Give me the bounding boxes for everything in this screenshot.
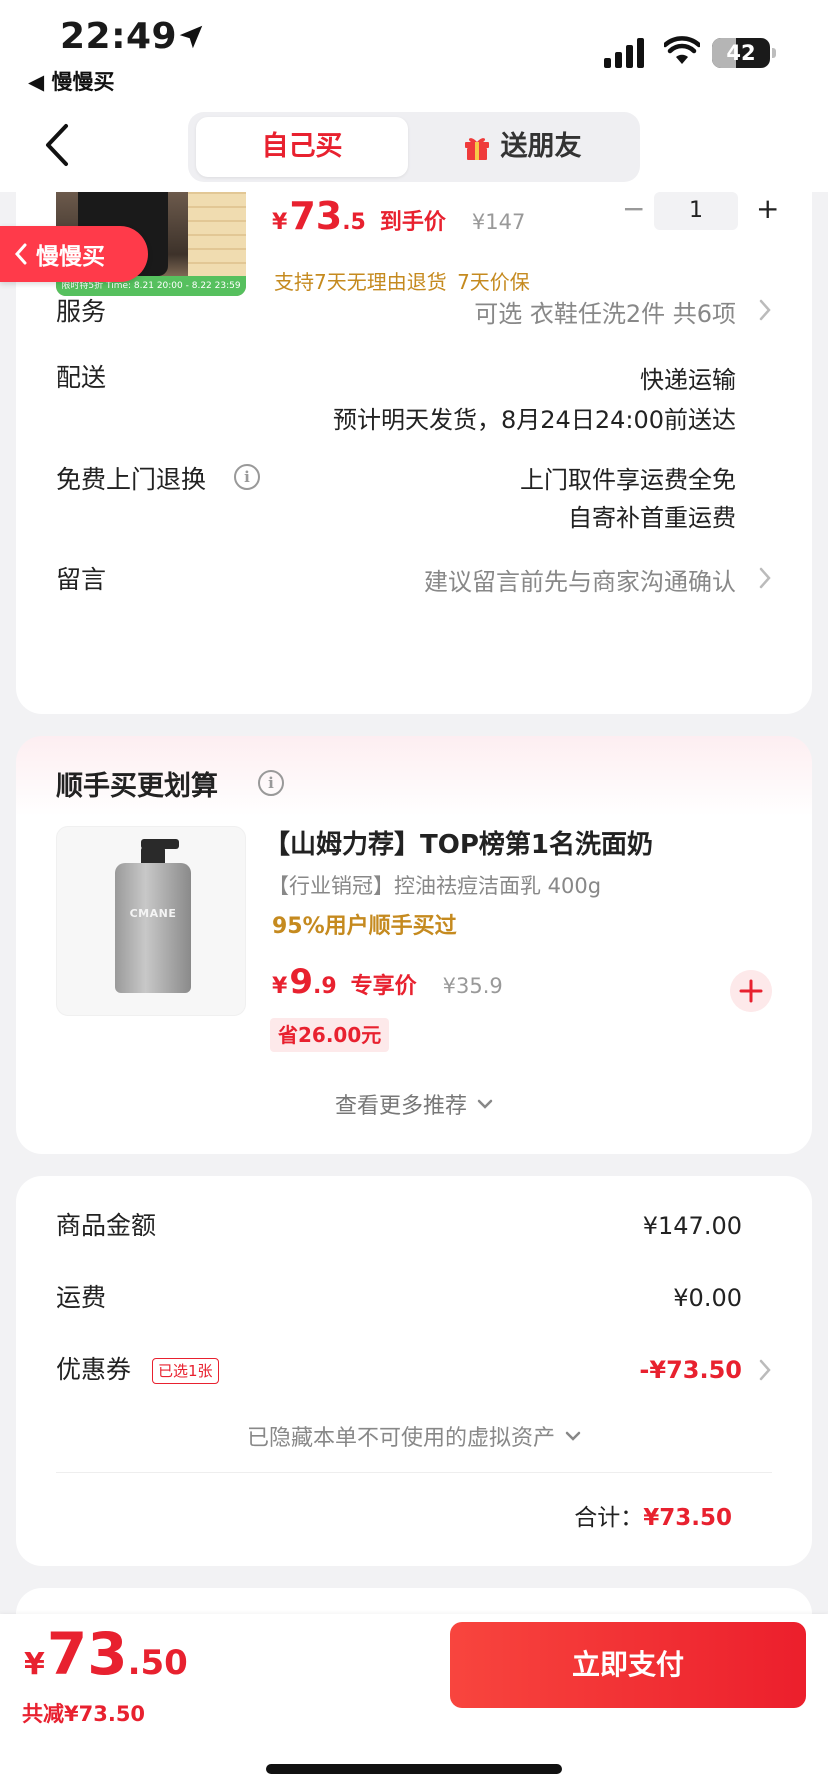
bottle-body xyxy=(115,863,191,993)
goods-amount-label: 商品金额 xyxy=(56,1211,157,1240)
hidden-assets-label: 已隐藏本单不可使用的虚拟资产 xyxy=(246,1426,555,1451)
price-decimal: .9 xyxy=(312,974,337,999)
cellular-signal-icon xyxy=(604,38,644,68)
original-price: ¥35.9 xyxy=(442,974,503,998)
footer-price-currency: ¥ xyxy=(24,1647,45,1682)
wifi-icon xyxy=(664,36,700,64)
price-summary-card: 商品金额 ¥147.00 运费 ¥0.00 优惠券 已选1张 -¥73.50 已… xyxy=(16,1176,812,1566)
chevron-right-icon[interactable] xyxy=(758,566,772,590)
battery-tip xyxy=(772,48,776,58)
original-price: ¥147 xyxy=(471,210,526,234)
plus-circle-icon[interactable] xyxy=(730,970,772,1012)
free-return-value-2: 自寄补首重运费 xyxy=(568,504,736,532)
free-return-value-1: 上门取件享运费全免 xyxy=(520,466,736,494)
order-total: 合计：¥73.50 xyxy=(574,1498,732,1532)
addon-savings-badge: 省26.00元 xyxy=(270,1018,390,1052)
info-icon[interactable]: i xyxy=(234,464,260,490)
price-currency: ¥ xyxy=(272,974,288,999)
footer-price-decimal: .50 xyxy=(127,1643,188,1683)
price-integer: 9 xyxy=(289,962,313,1002)
addon-popularity: 95%用户顺手买过 xyxy=(272,914,457,939)
goods-amount-row: 商品金额 ¥147.00 xyxy=(56,1206,772,1246)
tab-buy-for-self[interactable]: 自己买 xyxy=(196,117,408,177)
product-guarantees: 支持7天无理由退货 7天价保 xyxy=(274,270,530,294)
chevron-left-icon xyxy=(14,243,27,265)
chevron-right-icon[interactable] xyxy=(758,1358,772,1382)
back-to-app-link[interactable]: ◀ 慢慢买 xyxy=(28,66,114,96)
free-return-label: 免费上门退换 xyxy=(56,465,207,494)
quantity-value[interactable]: 1 xyxy=(654,192,738,230)
shipping-row: 运费 ¥0.00 xyxy=(56,1278,772,1318)
view-more-recommendations[interactable]: 查看更多推荐 xyxy=(16,1088,812,1120)
shipping-value: ¥0.00 xyxy=(673,1284,742,1312)
back-chevron-icon[interactable] xyxy=(42,122,72,168)
coupon-label: 优惠券 xyxy=(56,1355,132,1384)
coupon-value: -¥73.50 xyxy=(639,1356,742,1384)
quantity-stepper: − 1 + xyxy=(608,192,779,230)
footer-price-integer: 73 xyxy=(46,1620,128,1688)
gift-icon xyxy=(464,138,489,160)
addon-product-title[interactable]: 【山姆力荐】TOP榜第1名洗面奶 xyxy=(264,824,653,861)
shipping-label: 运费 xyxy=(56,1283,107,1312)
tab-send-to-friend[interactable]: 送朋友 xyxy=(410,117,634,177)
message-input[interactable]: 建议留言前先与商家沟通确认 xyxy=(424,562,736,597)
price-decimal: .5 xyxy=(342,210,366,235)
coupon-row[interactable]: 优惠券 已选1张 -¥73.50 xyxy=(56,1350,772,1390)
addon-product-image[interactable]: CMANE xyxy=(56,826,246,1016)
tab-send-to-friend-label: 送朋友 xyxy=(500,131,582,162)
slow-buy-tag-label: 慢慢买 xyxy=(36,244,105,270)
view-more-label: 查看更多推荐 xyxy=(334,1094,467,1119)
delivery-eta: 预计明天发货，8月24日24:00前送达 xyxy=(333,406,736,434)
service-label: 服务 xyxy=(56,297,107,326)
pay-now-button[interactable]: 立即支付 xyxy=(450,1622,806,1708)
battery-percent: 42 xyxy=(726,41,756,65)
quantity-decrease-button[interactable]: − xyxy=(622,192,645,226)
total-value: ¥73.50 xyxy=(643,1505,732,1531)
chevron-down-icon xyxy=(565,1431,581,1441)
price-integer: 73 xyxy=(289,194,343,238)
nav-bar: 自己买 送朋友 xyxy=(0,104,828,192)
chevron-right-icon[interactable] xyxy=(758,298,772,322)
addon-product-subtitle: 【行业销冠】控油祛痘洁面乳 400g xyxy=(268,874,602,898)
addon-title: 顺手买更划算 xyxy=(56,771,218,802)
service-value[interactable]: 可选 衣鞋任洗2件 共6项 xyxy=(474,294,736,329)
chevron-down-icon xyxy=(477,1099,493,1109)
checkout-bar: ¥ 73 .50 共减¥73.50 立即支付 xyxy=(0,1614,828,1792)
addon-recommend-card: 顺手买更划算 i CMANE 【山姆力荐】TOP榜第1名洗面奶 【行业销冠】控油… xyxy=(16,736,812,1154)
divider xyxy=(56,1472,772,1473)
battery-icon: 42 xyxy=(712,38,770,68)
message-label: 留言 xyxy=(56,565,107,594)
delivery-label: 配送 xyxy=(56,363,107,392)
product-price: ¥ 73 .5 到手价 ¥147 xyxy=(272,194,525,238)
addon-price: ¥ 9 .9 专享价 ¥35.9 xyxy=(272,962,503,1002)
status-bar: 22:49 ◀ 慢慢买 42 xyxy=(0,0,828,104)
hidden-virtual-assets-toggle[interactable]: 已隐藏本单不可使用的虚拟资产 xyxy=(16,1420,812,1452)
info-icon[interactable]: i xyxy=(258,770,284,796)
price-currency: ¥ xyxy=(272,210,288,235)
goods-amount-value: ¥147.00 xyxy=(642,1212,742,1240)
price-tag: 专享价 xyxy=(350,974,417,999)
total-label: 合计： xyxy=(574,1505,644,1531)
location-arrow-icon xyxy=(179,25,203,49)
status-time: 22:49 xyxy=(60,16,178,57)
slow-buy-floating-tag[interactable]: 慢慢买 xyxy=(0,226,148,282)
delivery-method: 快递运输 xyxy=(640,366,736,394)
home-indicator[interactable] xyxy=(266,1764,562,1774)
coupon-selected-badge: 已选1张 xyxy=(152,1358,219,1384)
quantity-increase-button[interactable]: + xyxy=(756,192,779,226)
thumbnail-background xyxy=(188,192,246,276)
footer-price: ¥ 73 .50 xyxy=(24,1620,188,1688)
footer-total-saved: 共减¥73.50 xyxy=(22,1702,146,1726)
price-tag: 到手价 xyxy=(379,210,446,235)
bottle-brand: CMANE xyxy=(129,907,177,920)
